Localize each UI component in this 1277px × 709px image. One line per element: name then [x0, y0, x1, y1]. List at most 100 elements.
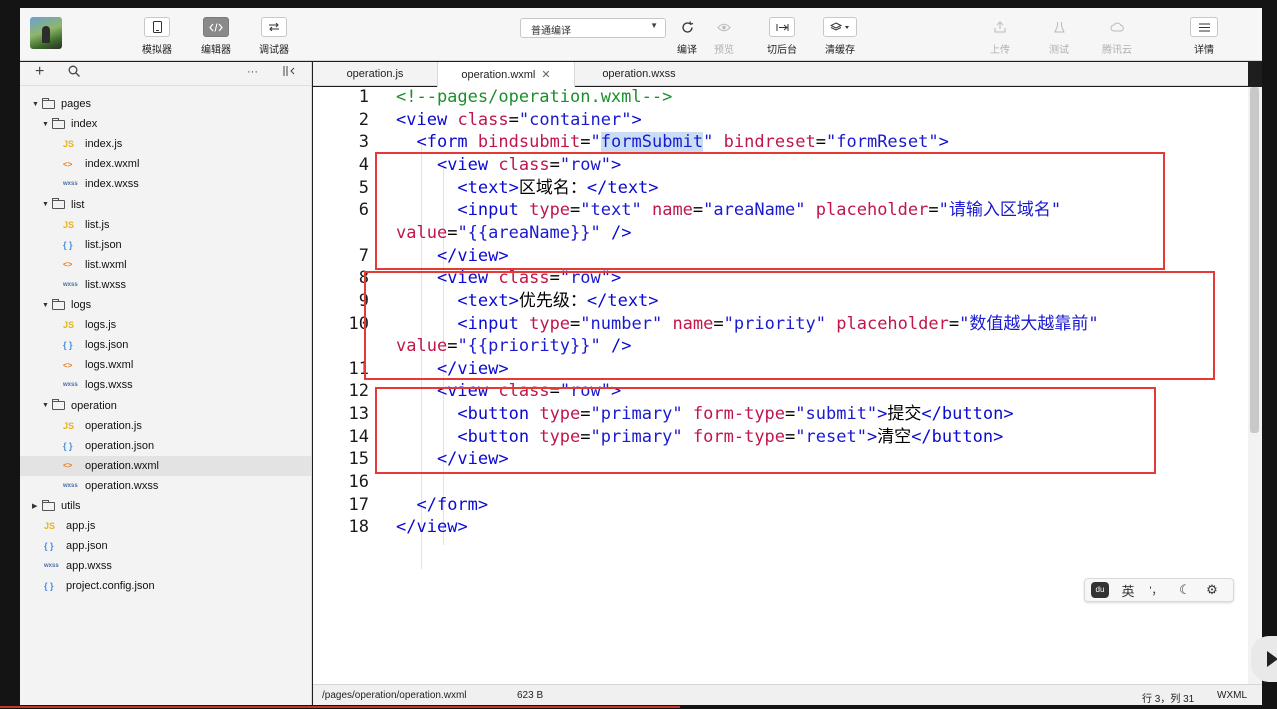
code-line: <text>区域名：</text>: [396, 177, 658, 199]
compile-mode-select[interactable]: 普通编译 ▼: [520, 18, 666, 38]
file-project-config-json[interactable]: { } project.config.json: [20, 576, 311, 596]
code-token: >: [508, 290, 519, 311]
code-token: type: [539, 404, 581, 425]
tab-operation-js[interactable]: operation.js: [313, 62, 437, 86]
editor-button[interactable]: 编辑器: [188, 17, 244, 56]
file-operation-wxml[interactable]: <> operation.wxml: [20, 455, 311, 476]
file-logs-json[interactable]: { } logs.json: [20, 335, 311, 355]
cursor-position[interactable]: 行 3，列 31: [1142, 690, 1194, 705]
language-mode[interactable]: WXML: [1217, 690, 1247, 701]
flask-icon: [1046, 17, 1072, 37]
file-logs-wxml[interactable]: <> logs.wxml: [20, 355, 311, 375]
code-token: class: [457, 109, 509, 130]
preview-button[interactable]: 预览: [696, 17, 752, 56]
file-operation-js[interactable]: JS operation.js: [20, 416, 311, 436]
code-token: text: [467, 290, 509, 311]
chevron-down-icon[interactable]: ▼: [32, 101, 42, 108]
code-token: <: [396, 426, 468, 447]
file-app-json[interactable]: { } app.json: [20, 536, 311, 556]
phone-icon: [144, 17, 170, 37]
code-token: >: [611, 381, 622, 402]
close-icon[interactable]: ✕: [541, 69, 550, 81]
test-button[interactable]: 测试: [1031, 17, 1087, 56]
chevron-down-icon[interactable]: ▼: [42, 302, 52, 309]
file-explorer: + ··· ▼ pages ▼ index JS index.js <> index.wxml…: [20, 62, 312, 705]
tree-item-label: logs.wxml: [85, 359, 134, 372]
json-file-icon: { }: [44, 541, 54, 552]
chevron-down-icon[interactable]: ▼: [42, 201, 52, 208]
file-list-json[interactable]: { } list.json: [20, 235, 311, 255]
file-list-wxss[interactable]: wxss list.wxss: [20, 275, 311, 295]
switch-background-button[interactable]: 切后台: [754, 17, 810, 56]
folder-utils[interactable]: ▶ utils: [20, 496, 311, 516]
tencent-cloud-label: 腾讯云: [1102, 45, 1132, 56]
more-icon[interactable]: ···: [247, 67, 258, 78]
file-app-js[interactable]: JS app.js: [20, 516, 311, 536]
ime-toolbar[interactable]: du 英 '， ☾ ⚙: [1084, 578, 1234, 602]
play-icon[interactable]: [1251, 636, 1277, 682]
ime-language-toggle[interactable]: 英: [1115, 581, 1141, 600]
file-index-js[interactable]: JS index.js: [20, 134, 311, 154]
simulator-button[interactable]: 模拟器: [129, 17, 185, 56]
file-index-wxml[interactable]: <> index.wxml: [20, 154, 311, 174]
folder-logs[interactable]: ▼ logs: [20, 295, 311, 315]
code-token: view: [457, 358, 499, 379]
code-token: >: [866, 426, 878, 447]
window-top-edge: [0, 0, 1277, 8]
chevron-down-icon[interactable]: ▼: [42, 121, 52, 128]
file-path: /pages/operation/operation.wxml: [322, 690, 467, 701]
tab-operation-wxml[interactable]: operation.wxml ✕: [437, 62, 575, 87]
code-token: <: [396, 200, 468, 221]
tab-label: operation.js: [346, 68, 404, 80]
code-line: </view>: [396, 448, 509, 470]
search-icon[interactable]: [68, 65, 80, 79]
wxml-file-icon: <>: [63, 159, 73, 169]
file-logs-wxss[interactable]: wxss logs.wxss: [20, 375, 311, 395]
code-line: </form>: [396, 494, 488, 516]
code-token: view: [457, 449, 499, 470]
file-list-wxml[interactable]: <> list.wxml: [20, 255, 311, 275]
ime-punctuation-toggle[interactable]: '，: [1141, 582, 1171, 598]
file-operation-json[interactable]: { } operation.json: [20, 436, 311, 456]
file-app-wxss[interactable]: wxss app.wxss: [20, 556, 311, 576]
code-token: "number": [580, 313, 663, 334]
tab-operation-wxss[interactable]: operation.wxss: [575, 62, 703, 86]
json-file-icon: { }: [44, 581, 54, 592]
tencent-cloud-button[interactable]: 腾讯云: [1089, 17, 1145, 56]
add-file-icon[interactable]: +: [35, 64, 44, 80]
details-button[interactable]: 详情: [1176, 17, 1232, 56]
code-token: <!--pages/operation.wxml-->: [396, 87, 673, 107]
tree-item-label: app.json: [66, 540, 108, 553]
editor-scrollbar[interactable]: [1248, 87, 1262, 684]
chevron-right-icon[interactable]: ▶: [32, 502, 42, 510]
code-token: text: [467, 177, 509, 198]
file-list-js[interactable]: JS list.js: [20, 215, 311, 235]
user-avatar[interactable]: [30, 17, 62, 49]
scroll-thumb[interactable]: [1250, 87, 1259, 433]
folder-list[interactable]: ▼ list: [20, 195, 311, 215]
code-token: 提交: [887, 404, 922, 425]
line-number: 2: [358, 109, 369, 130]
folder-operation[interactable]: ▼ operation: [20, 396, 311, 416]
eye-icon: [711, 17, 737, 37]
tree-item-label: index.wxml: [85, 158, 140, 171]
moon-icon[interactable]: ☾: [1171, 582, 1199, 598]
code-token: <: [396, 109, 407, 130]
folder-index[interactable]: ▼ index: [20, 114, 311, 134]
file-logs-js[interactable]: JS logs.js: [20, 315, 311, 335]
file-index-wxss[interactable]: wxss index.wxss: [20, 174, 311, 194]
code-line: value="{{priority}}" />: [396, 335, 631, 357]
ime-logo-icon[interactable]: du: [1091, 582, 1109, 598]
gear-icon[interactable]: ⚙: [1199, 582, 1225, 598]
file-operation-wxss[interactable]: wxss operation.wxss: [20, 476, 311, 496]
debugger-button[interactable]: 调试器: [246, 17, 302, 56]
upload-button[interactable]: 上传: [972, 17, 1028, 56]
split-icon[interactable]: [282, 65, 296, 79]
chevron-down-icon[interactable]: ▼: [42, 402, 52, 409]
tree-item-label: operation.js: [85, 419, 142, 432]
clear-cache-button[interactable]: 清缓存: [812, 17, 868, 56]
code-token: view: [447, 268, 489, 289]
folder-pages[interactable]: ▼ pages: [20, 94, 311, 114]
code-token: input: [467, 200, 519, 221]
